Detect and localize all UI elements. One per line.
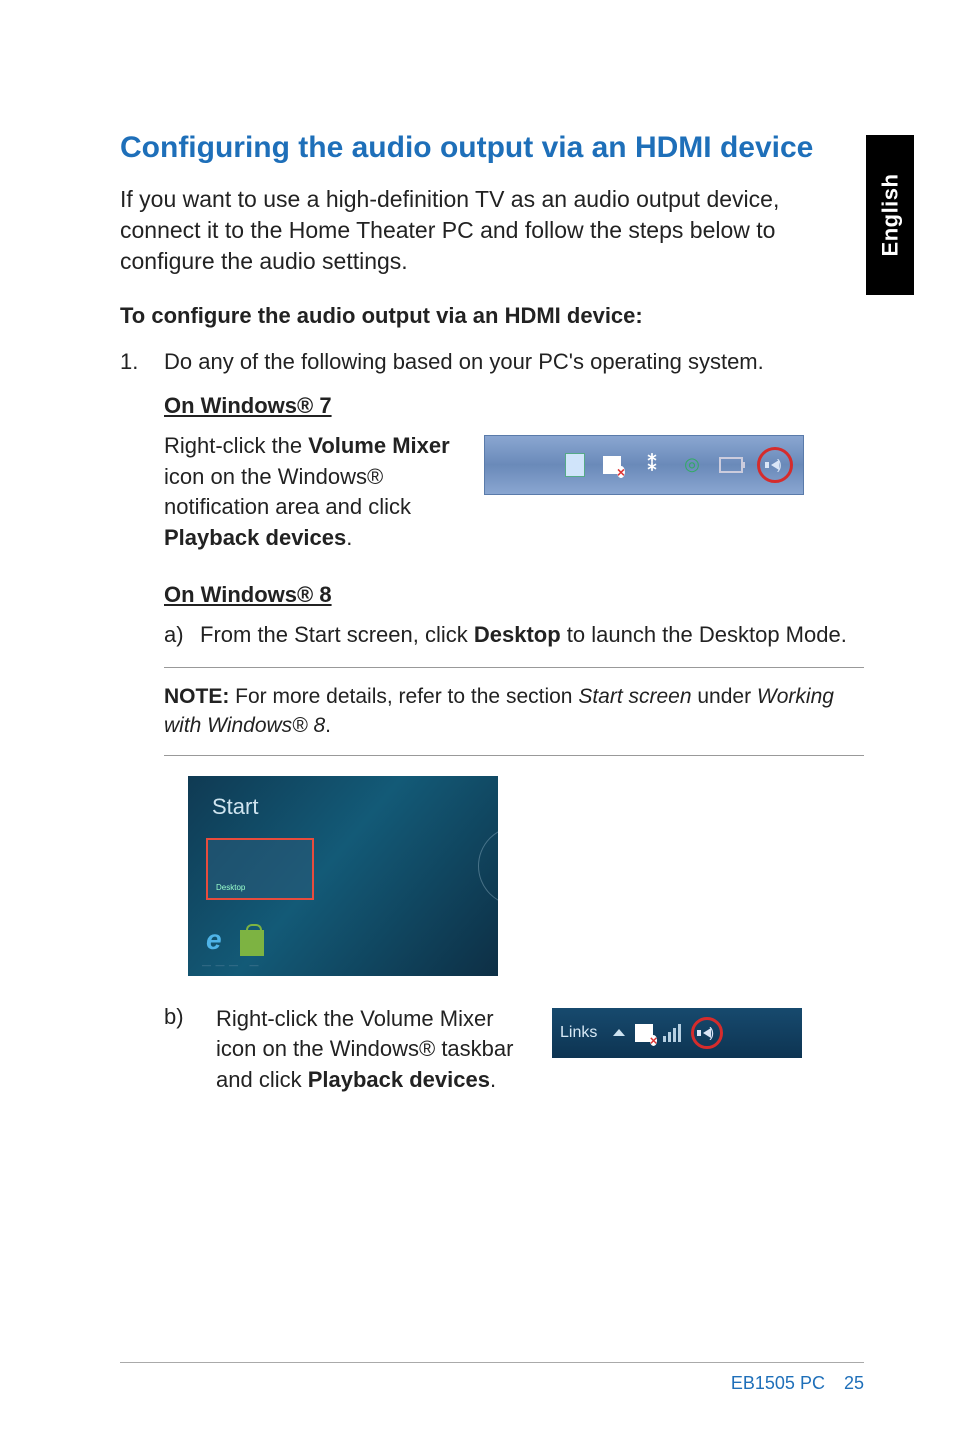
win8-a-post: to launch the Desktop Mode. xyxy=(561,622,847,647)
win7-systray-screenshot: ⁑ ◎ xyxy=(484,435,804,495)
page-footer: EB1505 PC 25 xyxy=(120,1362,864,1394)
win8-b-bold-playback: Playback devices xyxy=(308,1067,490,1092)
win7-text-pre: Right-click the xyxy=(164,433,308,458)
network-bars-icon xyxy=(663,1024,681,1042)
win8-b-post: . xyxy=(490,1067,496,1092)
note-italic-start-screen: Start screen xyxy=(578,685,691,708)
win7-bold-volume-mixer: Volume Mixer xyxy=(308,433,449,458)
win8-a-body: From the Start screen, click Desktop to … xyxy=(200,620,864,651)
win8-a-bold-desktop: Desktop xyxy=(474,622,561,647)
win8-taskbar-screenshot: Links xyxy=(552,1008,802,1058)
action-center-flag-icon xyxy=(599,452,625,478)
footer-model: EB1505 PC xyxy=(731,1373,825,1393)
language-tab-text: English xyxy=(877,174,903,257)
intro-paragraph: If you want to use a high-definition TV … xyxy=(120,184,780,277)
speaker-icon-win8 xyxy=(703,1028,711,1038)
win7-instruction: Right-click the Volume Mixer icon on the… xyxy=(164,431,464,554)
win7-bold-playback: Playback devices xyxy=(164,525,346,550)
win8-b-marker: b) xyxy=(164,1004,200,1030)
battery-icon xyxy=(719,457,743,473)
screenshot-separator: — — — — xyxy=(202,960,260,970)
note-mid: under xyxy=(692,685,757,708)
procedure-heading: To configure the audio output via an HDM… xyxy=(120,303,864,329)
show-hidden-icons-icon xyxy=(613,1029,625,1036)
step-1-marker: 1. xyxy=(120,347,164,377)
volume-icon-highlight xyxy=(757,447,793,483)
note-box: NOTE: For more details, refer to the sec… xyxy=(164,667,864,756)
links-label: Links xyxy=(560,1024,597,1042)
bluetooth-icon: ⁑ xyxy=(639,452,665,478)
win7-text-post: . xyxy=(346,525,352,550)
speaker-icon xyxy=(771,460,779,470)
step-1-text: Do any of the following based on your PC… xyxy=(164,347,864,377)
note-post: . xyxy=(325,714,331,737)
language-tab: English xyxy=(866,135,914,295)
store-icon xyxy=(240,930,264,956)
win7-text-mid: icon on the Windows® notification area a… xyxy=(164,464,411,520)
ie-icon: e xyxy=(206,924,222,956)
win8-a-marker: a) xyxy=(164,620,200,651)
start-screen-screenshot: Start Desktop e — — — — xyxy=(188,776,498,976)
win8-a-pre: From the Start screen, click xyxy=(200,622,474,647)
win8-step-a: a) From the Start screen, click Desktop … xyxy=(164,620,864,651)
win7-heading: On Windows® 7 xyxy=(164,393,864,419)
section-title: Configuring the audio output via an HDMI… xyxy=(120,130,864,166)
note-label: NOTE: xyxy=(164,685,229,708)
start-label: Start xyxy=(212,794,258,820)
action-center-flag-icon-win8 xyxy=(635,1024,653,1042)
volume-icon-highlight-win8 xyxy=(691,1017,723,1049)
footer-page-number: 25 xyxy=(844,1373,864,1393)
win8-b-body: Right-click the Volume Mixer icon on the… xyxy=(216,1004,536,1096)
win8-heading: On Windows® 8 xyxy=(164,582,864,608)
desktop-tile-highlight: Desktop xyxy=(206,838,314,900)
step-1: 1. Do any of the following based on your… xyxy=(120,347,864,377)
document-icon xyxy=(565,453,585,477)
magnifier-icon: ◎ xyxy=(679,452,705,478)
desktop-tile-label: Desktop xyxy=(216,883,245,892)
note-pre: For more details, refer to the section xyxy=(229,685,578,708)
